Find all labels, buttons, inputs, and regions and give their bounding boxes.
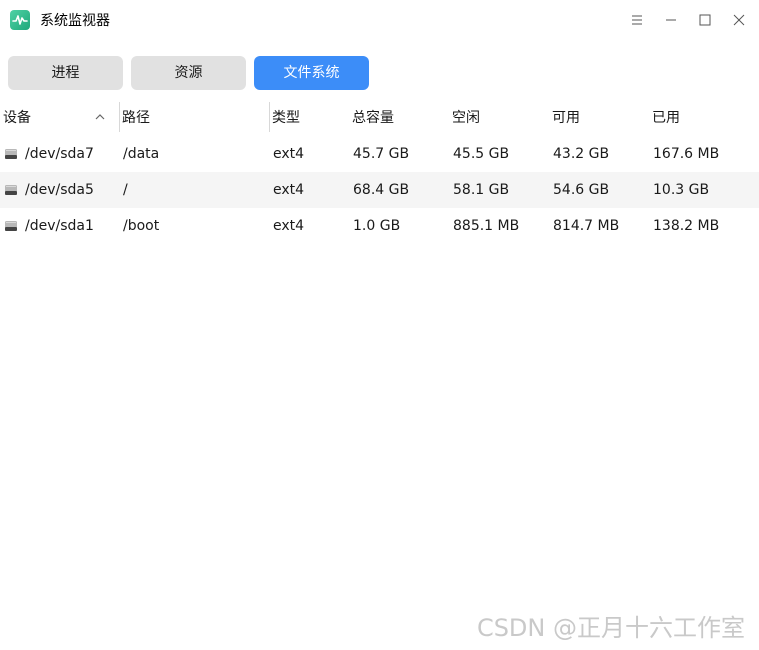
- column-header-free[interactable]: 空闲: [452, 100, 480, 136]
- free-cell: 58.1 GB: [453, 182, 510, 198]
- minimize-icon: [666, 19, 676, 21]
- window-title: 系统监视器: [40, 13, 110, 29]
- path-cell: /boot: [123, 218, 160, 234]
- used-cell: 167.6 MB: [653, 146, 720, 162]
- table-row[interactable]: /dev/sda7 /data ext4 45.7 GB 45.5 GB 43.…: [0, 136, 759, 172]
- available-cell: 54.6 GB: [553, 182, 610, 198]
- free-cell: 885.1 MB: [453, 218, 520, 234]
- type-cell: ext4: [273, 218, 305, 234]
- type-cell: ext4: [273, 182, 305, 198]
- device-cell: /dev/sda5: [25, 182, 94, 198]
- maximize-icon: [699, 14, 711, 26]
- close-button[interactable]: [725, 8, 753, 32]
- used-cell: 10.3 GB: [653, 182, 710, 198]
- maximize-button[interactable]: [691, 8, 719, 32]
- menu-button[interactable]: [623, 8, 651, 32]
- system-monitor-icon: [10, 10, 30, 30]
- tab-file-systems[interactable]: 文件系统: [254, 56, 369, 90]
- table-header: 设备 路径 类型 总容量 空闲 可用 已用: [0, 100, 759, 136]
- column-divider[interactable]: [119, 102, 120, 132]
- tab-resources[interactable]: 资源: [131, 56, 246, 90]
- path-cell: /data: [123, 146, 160, 162]
- available-cell: 43.2 GB: [553, 146, 610, 162]
- minimize-button[interactable]: [657, 8, 685, 32]
- disk-drive-icon: [5, 185, 17, 195]
- type-cell: ext4: [273, 146, 305, 162]
- disk-drive-icon: [5, 221, 17, 231]
- title-bar: 系统监视器: [0, 0, 759, 42]
- table-row[interactable]: /dev/sda5 / ext4 68.4 GB 58.1 GB 54.6 GB…: [0, 172, 759, 208]
- disk-drive-icon: [5, 149, 17, 159]
- free-cell: 45.5 GB: [453, 146, 510, 162]
- column-header-path[interactable]: 路径: [122, 100, 150, 136]
- close-icon: [733, 14, 745, 26]
- column-divider[interactable]: [269, 102, 270, 132]
- total-cell: 45.7 GB: [353, 146, 410, 162]
- hamburger-menu-icon: [632, 15, 642, 25]
- total-cell: 1.0 GB: [353, 218, 401, 234]
- available-cell: 814.7 MB: [553, 218, 620, 234]
- column-header-total[interactable]: 总容量: [352, 100, 394, 136]
- used-cell: 138.2 MB: [653, 218, 720, 234]
- sort-ascending-icon[interactable]: [94, 112, 106, 122]
- column-header-type[interactable]: 类型: [272, 100, 300, 136]
- watermark: CSDN @正月十六工作室: [476, 614, 745, 642]
- column-header-device[interactable]: 设备: [3, 100, 31, 136]
- device-cell: /dev/sda1: [25, 218, 94, 234]
- path-cell: /: [123, 182, 128, 198]
- total-cell: 68.4 GB: [353, 182, 410, 198]
- device-cell: /dev/sda7: [25, 146, 94, 162]
- tab-processes[interactable]: 进程: [8, 56, 123, 90]
- column-header-used[interactable]: 已用: [652, 100, 680, 136]
- column-header-available[interactable]: 可用: [552, 100, 580, 136]
- table-row[interactable]: /dev/sda1 /boot ext4 1.0 GB 885.1 MB 814…: [0, 208, 759, 244]
